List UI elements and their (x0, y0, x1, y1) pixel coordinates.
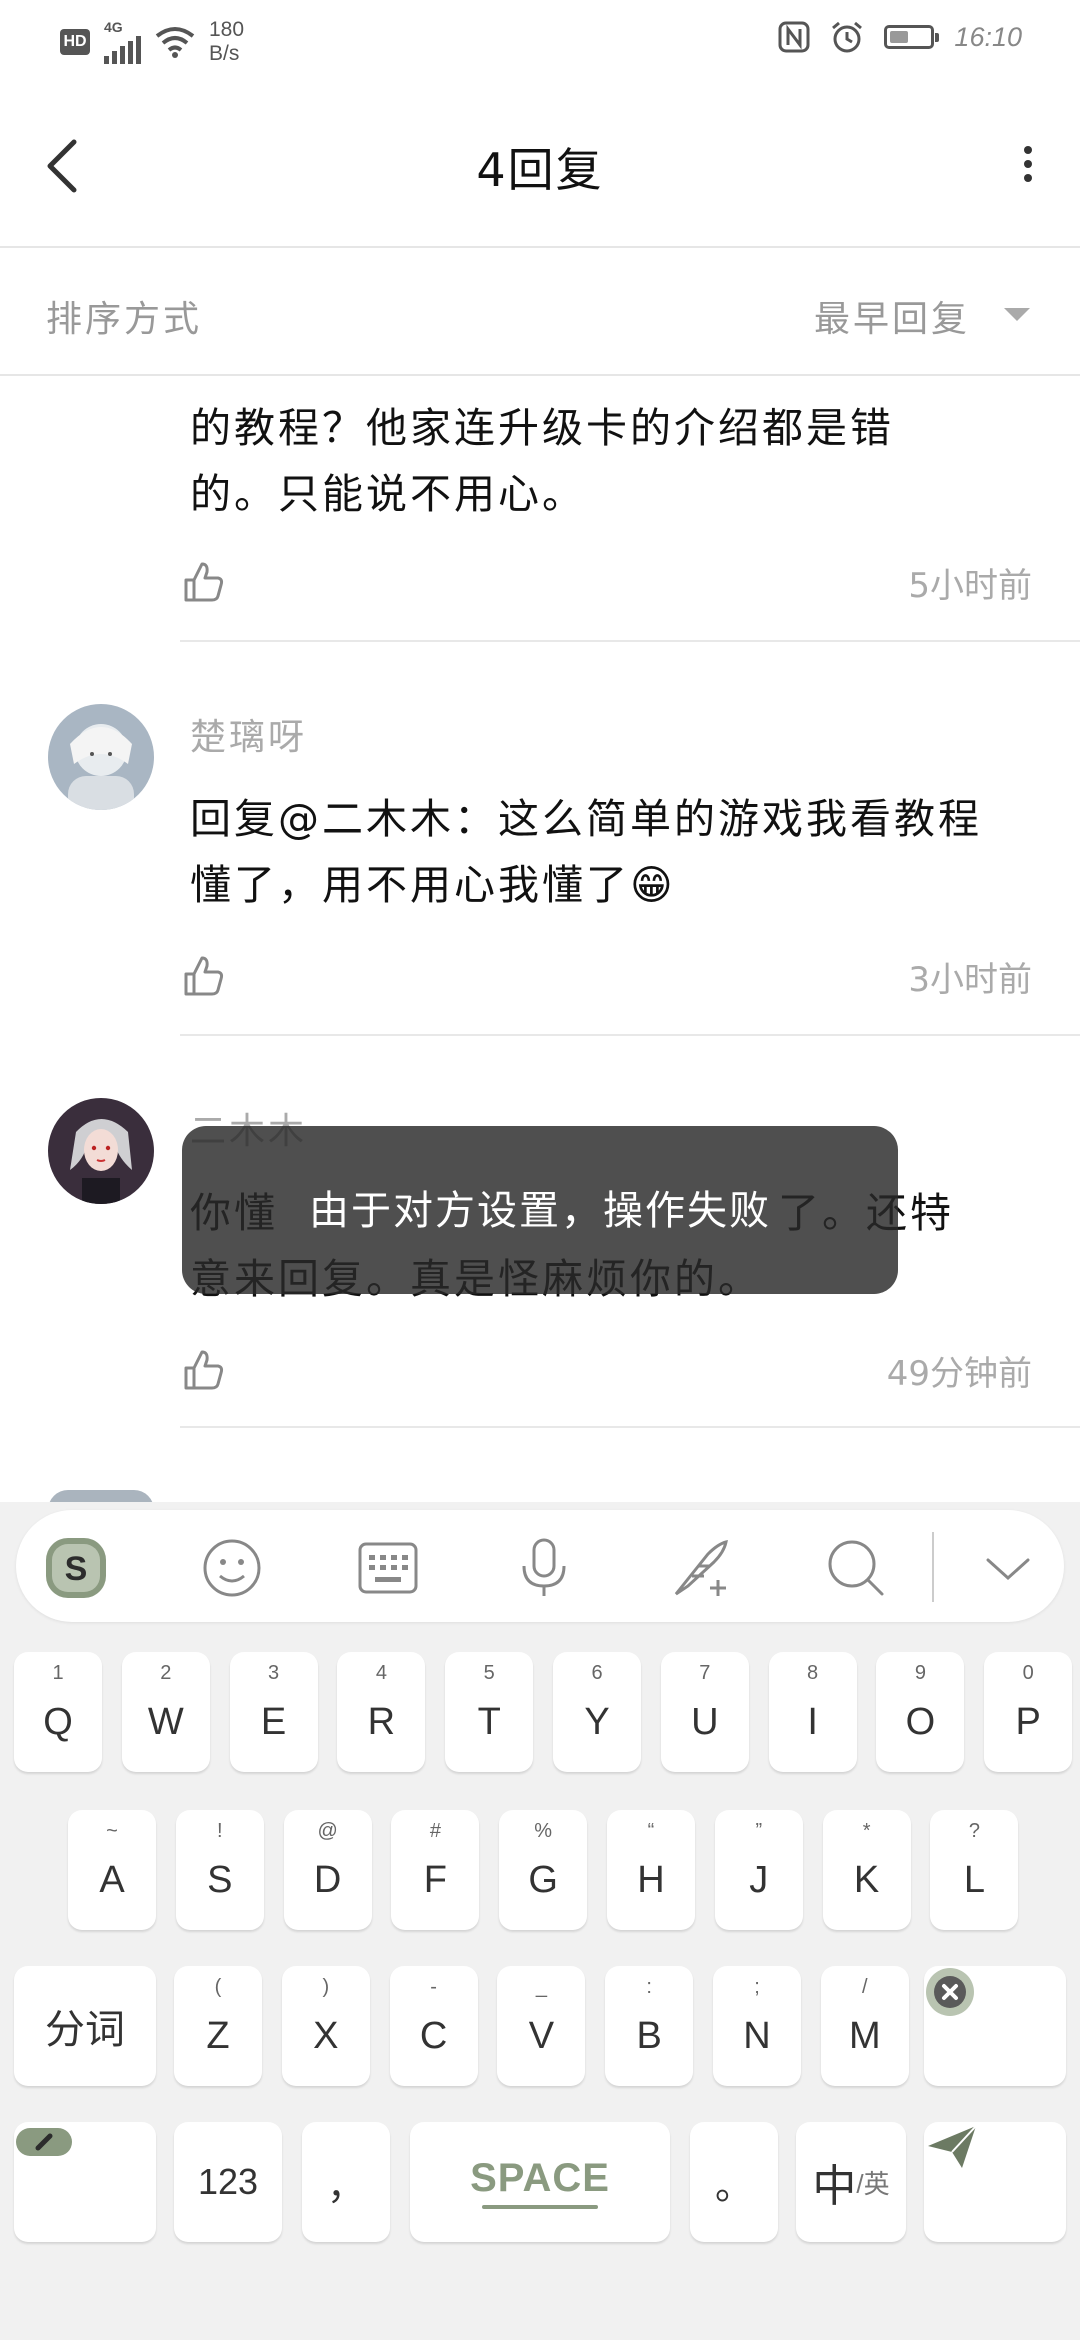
comma-key[interactable]: ， (302, 2122, 390, 2242)
comment-time: 49分钟前 (886, 1354, 1032, 1394)
search-icon[interactable] (824, 1536, 888, 1600)
key-w[interactable]: 2W (121, 1652, 210, 1772)
key-n[interactable]: ; N (713, 1966, 801, 2086)
key-j[interactable]: ” J (714, 1810, 803, 1930)
pencil-pill-icon (16, 2128, 72, 2156)
like-icon[interactable] (182, 1348, 226, 1392)
comment-username[interactable]: … (190, 1484, 229, 1502)
key-r[interactable]: 4R (337, 1652, 426, 1772)
sogou-logo-icon[interactable]: S (44, 1536, 108, 1600)
key-v[interactable]: _ V (497, 1966, 586, 2086)
cellular-signal-icon: 4G (104, 20, 141, 64)
key-h[interactable]: “H (607, 1810, 695, 1930)
key-x[interactable]: ) X (281, 1966, 370, 2086)
key-a[interactable]: ~ A (68, 1810, 156, 1930)
battery-icon (884, 25, 940, 49)
send-icon (928, 2125, 977, 2168)
backspace-key[interactable] (924, 1966, 1066, 2086)
key-o[interactable]: 9O (876, 1652, 965, 1772)
comment-text: 的教程？他家连升级卡的介绍都是错 的。只能说不用心。 (190, 404, 894, 518)
collapse-keyboard-icon[interactable] (976, 1536, 1040, 1600)
key-z[interactable]: (Z (174, 1966, 262, 2086)
keyboard: S 1Q2W3E4 R 5 T 6 Y 7 U 8 I 9 O 0 P ~ A … (0, 1502, 1080, 2340)
sort-label: 排序方式 (46, 299, 203, 340)
key-m[interactable]: / M (820, 1966, 909, 2086)
status-bar: HD 4G 180 B/s 16:10 (0, 0, 1080, 80)
network-speed: 180 B/s (209, 18, 245, 65)
avatar[interactable] (48, 704, 154, 810)
send-key[interactable] (924, 2122, 1066, 2242)
like-icon[interactable] (182, 954, 226, 998)
key-t[interactable]: 5T (445, 1652, 534, 1772)
key-k[interactable]: * K (822, 1810, 911, 1930)
toolbar-divider (932, 1532, 934, 1602)
sort-bar: 排序方式 最早回复 (0, 248, 1080, 376)
svg-text:S: S (65, 1550, 88, 1588)
key-l[interactable]: ? L (930, 1810, 1019, 1930)
emoji-icon[interactable] (200, 1536, 264, 1600)
space-key[interactable]: SPACE (410, 2122, 670, 2242)
page-title: 4回复 (476, 143, 604, 197)
language-switch-key[interactable]: 中/英 (796, 2122, 906, 2242)
keyboard-layout-icon[interactable] (356, 1536, 420, 1600)
app-header: 4回复 (0, 80, 1080, 248)
divider (180, 1426, 1080, 1428)
clock: 16:10 (954, 21, 1022, 52)
wifi-icon (155, 27, 195, 58)
sort-dropdown[interactable]: 最早回复 (814, 290, 970, 342)
grin-emoji-icon: 😁 (630, 861, 676, 909)
handwriting-feather-icon[interactable] (668, 1536, 732, 1600)
more-options-icon[interactable] (1016, 140, 1040, 190)
period-key[interactable]: 。 (690, 2122, 778, 2242)
key-f[interactable]: # F (391, 1810, 480, 1930)
divider (180, 640, 1080, 642)
key-y[interactable]: 6Y (553, 1652, 641, 1772)
key-c[interactable]: -C (389, 1966, 478, 2086)
skin-toggle-key[interactable] (14, 2122, 156, 2242)
key-p[interactable]: 0P (984, 1652, 1073, 1772)
numeric-key[interactable]: 123 (174, 2122, 282, 2242)
segment-key[interactable]: 分词 (14, 1966, 156, 2086)
delete-icon (926, 1968, 974, 2016)
like-icon[interactable] (182, 560, 226, 604)
avatar[interactable] (48, 1098, 154, 1204)
key-q[interactable]: 1Q (14, 1652, 102, 1772)
comment-username[interactable]: 楚璃呀 (190, 708, 307, 760)
hd-badge: HD (60, 29, 90, 55)
key-s[interactable]: ! S (175, 1810, 264, 1930)
chevron-down-icon[interactable] (1004, 308, 1030, 321)
key-e[interactable]: 3E (229, 1652, 318, 1772)
key-g[interactable]: % G (499, 1810, 588, 1930)
alarm-icon (832, 21, 863, 53)
divider (180, 1034, 1080, 1036)
key-b[interactable]: :B (605, 1966, 694, 2086)
keyboard-toolbar: S (16, 1510, 1064, 1622)
microphone-icon[interactable] (512, 1536, 576, 1600)
comment-text: 回复@二木木：这么简单的游戏我看教程 懂了，用不用心我懂了😁 (190, 795, 982, 909)
toast-message: 由于对方设置，操作失败 (309, 1188, 771, 1234)
nfc-icon (778, 21, 810, 53)
key-d[interactable]: @ D (283, 1810, 372, 1930)
key-i[interactable]: 8I (768, 1652, 857, 1772)
comment-time: 5小时前 (908, 566, 1032, 606)
comment-time: 3小时前 (908, 960, 1032, 1000)
key-u[interactable]: 7U (660, 1652, 749, 1772)
